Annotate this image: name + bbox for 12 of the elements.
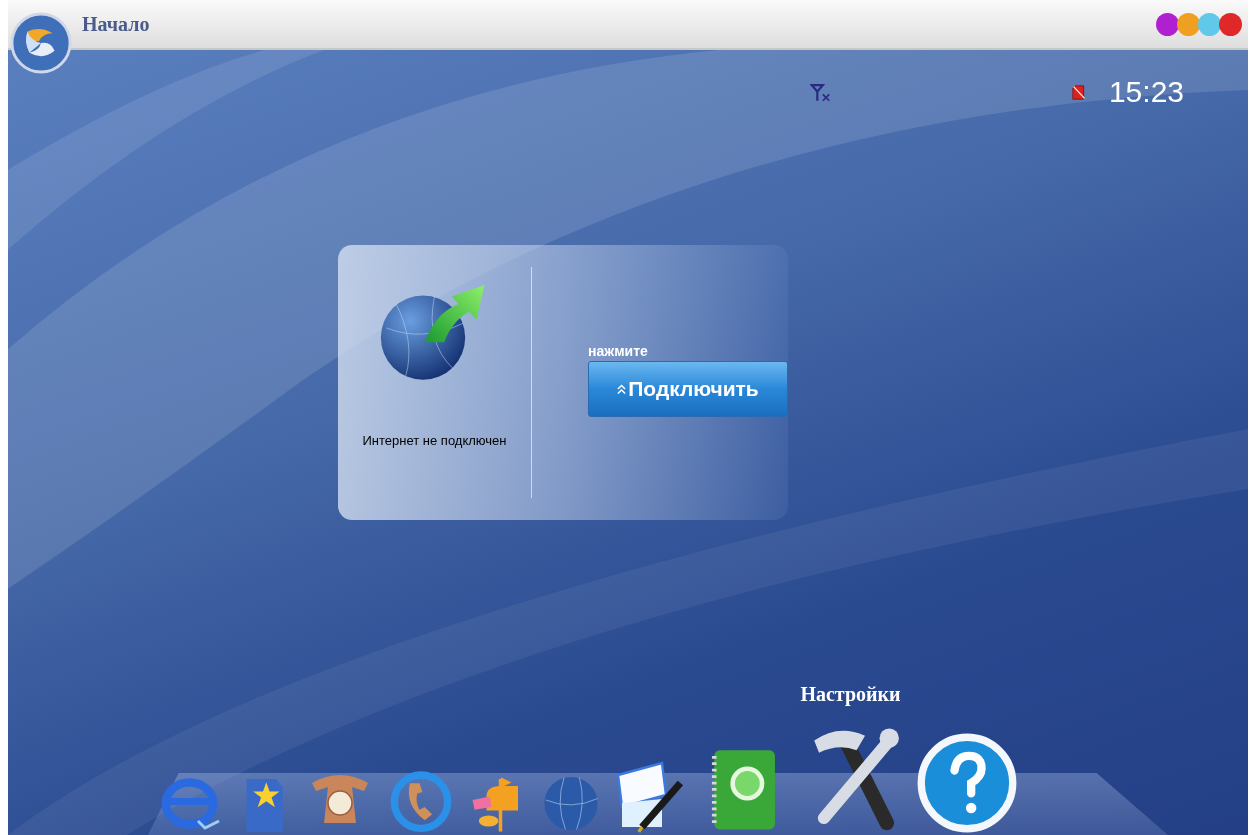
connection-status-text: Интернет не подключен xyxy=(362,433,507,448)
window-control-dot[interactable] xyxy=(1219,12,1242,36)
dock-item-label: Настройки xyxy=(800,683,901,706)
window-control-dot[interactable] xyxy=(1177,12,1200,36)
help-icon[interactable] xyxy=(915,731,1019,835)
window-control-dot[interactable] xyxy=(1156,12,1179,36)
double-chevron-up-icon xyxy=(617,383,627,395)
window-title: Начало xyxy=(82,12,150,36)
clock-time: 15:23 xyxy=(1108,75,1184,109)
hint-text: нажмите xyxy=(588,343,648,359)
window-control-dot[interactable] xyxy=(1198,12,1221,36)
connect-button[interactable]: Подключить xyxy=(588,361,788,417)
